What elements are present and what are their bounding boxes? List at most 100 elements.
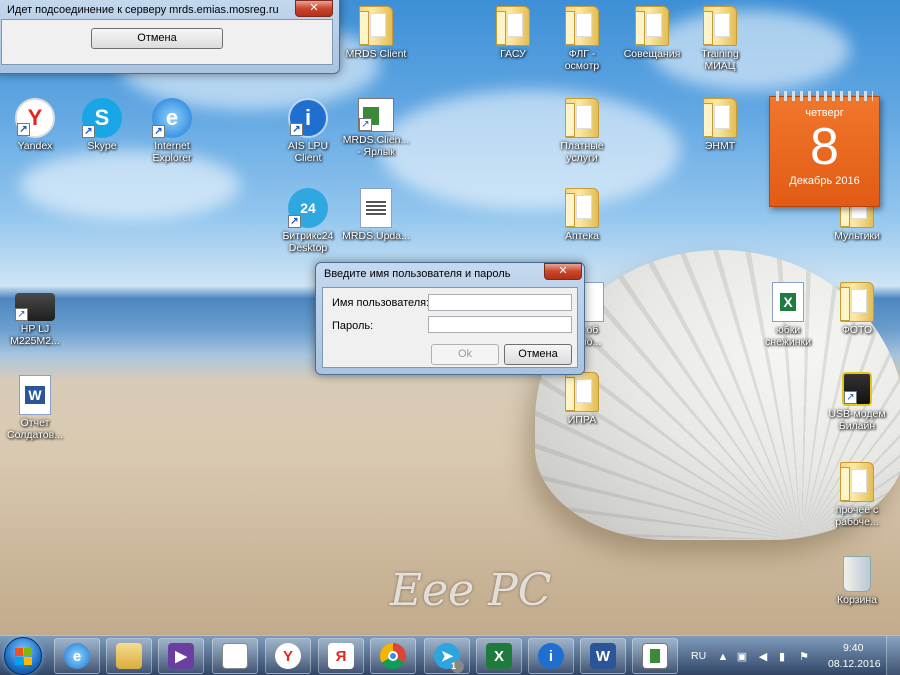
clock-date[interactable]: 08.12.2016 [828,658,881,670]
app-window-icon: ↗ [358,98,394,132]
taskbar-chrome[interactable] [370,638,416,674]
password-input[interactable] [428,316,572,333]
desktop-icon-other[interactable]: прочее с рабоче... [819,462,895,528]
login-cancel-button[interactable]: Отмена [504,344,572,365]
desktop-icon-skype[interactable]: S ↗ Skype [64,98,140,152]
yandex-icon: Y [275,643,301,669]
folder-icon [496,6,530,46]
device-icon[interactable]: ▣ [736,651,748,663]
desktop-icon-paid-services[interactable]: Платные услуги [544,98,620,164]
windows-logo-icon [15,648,33,666]
folder-icon [565,188,599,228]
desktop-icon-report[interactable]: W Отчет Солдатов... [0,375,73,441]
excel-icon: X [486,643,512,669]
show-hidden-icons-icon[interactable]: ▲ [717,651,729,663]
desktop-icon-label: Yandex [17,140,53,152]
desktop-icon-bitrix24[interactable]: 24 ↗ Битрикс24 Desktop [270,188,346,254]
desktop-icon-hp-printer[interactable]: ↗ HP LJ M225M2... [0,285,73,347]
desktop-icon-ais-lpu[interactable]: i ↗ AIS LPU Client [270,98,346,164]
skype-icon: S ↗ [82,98,122,138]
language-indicator[interactable]: RU [691,650,706,662]
desktop-icon-pharmacy[interactable]: Аптека [544,188,620,242]
desktop-icon-label: Internet Explorer [152,140,192,164]
login-dialog-close-button[interactable]: ✕ [544,263,582,280]
desktop-icon-label: Корзина [837,594,877,606]
taskbar-file-explorer[interactable] [106,638,152,674]
word-document-icon: W [19,375,51,415]
desktop-icon-mrds-shortcut[interactable]: ↗ MRDS.Clien... - Ярлык [338,98,414,158]
start-button[interactable] [4,637,42,675]
desktop-icon-label: Мультики [834,230,880,242]
folder-icon [565,6,599,46]
desktop-icon-mrds-update[interactable]: MRDS.Upda... [338,188,414,242]
folder-icon [703,98,737,138]
taskbar: e ▶ Y Я ➤ 1 X i W RU ▲ ▣ ◀ ▮ ⚑ 9:40 08.12… [0,635,900,675]
password-label: Пароль: [332,320,374,332]
desktop-icon-label: ФЛГ - осмотр [564,48,600,72]
folder-icon [116,643,142,669]
taskbar-mrds-update[interactable] [212,638,258,674]
internet-explorer-icon: e [64,643,90,669]
usb-modem-icon: ↗ [842,372,872,406]
taskbar-mrds-client[interactable] [632,638,678,674]
username-input[interactable] [428,294,572,311]
desktop-icon-label: ФОТО [841,324,873,336]
desktop-icon-label: Совещания [623,48,681,60]
desktop-icon-usb-modem[interactable]: ↗ USB-модем Билайн [819,372,895,432]
signal-icon[interactable]: ▮ [776,651,788,663]
calendar-gadget[interactable]: четверг 8 Декабрь 2016 [769,91,880,207]
folder-icon [565,98,599,138]
taskbar-word[interactable]: W [580,638,626,674]
chrome-icon [380,643,406,669]
close-icon: ✕ [558,265,568,277]
desktop-icon-gasu[interactable]: ГАСУ [475,6,551,60]
desktop-icon-label: юбки снежинки [765,324,811,348]
connect-window-title-text: Идет подсоединение к серверу mrds.emias.… [7,4,279,16]
desktop-icon-label: Skype [87,140,117,152]
config-file-icon [222,643,248,669]
login-dialog-client: Имя пользователя: Пароль: Ok Отмена [322,287,578,368]
desktop-icon-enmt[interactable]: ЭНМТ [682,98,758,152]
desktop-icon-mrds-client[interactable]: MRDS Client [338,6,414,60]
recycle-bin-icon [843,556,871,592]
taskbar-internet-explorer[interactable]: e [54,638,100,674]
login-dialog: Введите имя пользователя и пароль ✕ Имя … [315,262,585,375]
flag-icon[interactable]: ⚑ [798,651,810,663]
taskbar-yandex[interactable]: Y [265,638,311,674]
desktop-icon-skirts[interactable]: X юбки снежинки [750,282,826,348]
desktop-icon-label: ЭНМТ [704,140,736,152]
folder-icon [565,372,599,412]
yandex-icon: Y ↗ [15,98,55,138]
desktop-icon-yandex[interactable]: Y ↗ Yandex [0,98,73,152]
desktop-icon-meetings[interactable]: Совещания [614,6,690,60]
desktop-icon-recycle-bin[interactable]: Корзина [819,556,895,606]
taskbar-yandex-browser[interactable]: Я [318,638,364,674]
desktop-icon-label: MRDS.Clien... - Ярлык [342,134,410,158]
ok-button[interactable]: Ok [431,344,499,365]
desktop-icon-label: AIS LPU Client [287,140,329,164]
calendar-day: 8 [810,118,839,176]
desktop-icon-flg[interactable]: ФЛГ - осмотр [544,6,620,72]
desktop-icon-internet-explorer[interactable]: e ↗ Internet Explorer [134,98,210,164]
folder-icon [359,6,393,46]
clock-time[interactable]: 9:40 [843,642,863,654]
folder-icon [840,282,874,322]
taskbar-ais-lpu[interactable]: i [528,638,574,674]
yandex-browser-icon: Я [328,643,354,669]
show-desktop-button[interactable] [886,636,900,675]
connect-cancel-button[interactable]: Отмена [91,28,223,49]
desktop-icon-training[interactable]: Training МИАЦ [682,6,758,72]
username-label: Имя пользователя: [332,297,430,309]
taskbar-visual-studio[interactable]: ▶ [158,638,204,674]
desktop-icon-ipra[interactable]: ИПРА [544,372,620,426]
volume-icon[interactable]: ◀ [757,651,769,663]
taskbar-telegram[interactable]: ➤ 1 [424,638,470,674]
desktop-icon-label: ИПРА [567,414,597,426]
desktop-icon-label: прочее с рабоче... [835,504,879,528]
connect-window-title: Идет подсоединение к серверу mrds.emias.… [0,0,339,19]
connect-window-close-button[interactable]: ✕ [295,0,333,17]
desktop-icon-photo[interactable]: ФОТО [819,282,895,336]
taskbar-excel[interactable]: X [476,638,522,674]
scanner-icon: ↗ [15,293,55,321]
connect-window-client: Отмена [1,19,333,65]
